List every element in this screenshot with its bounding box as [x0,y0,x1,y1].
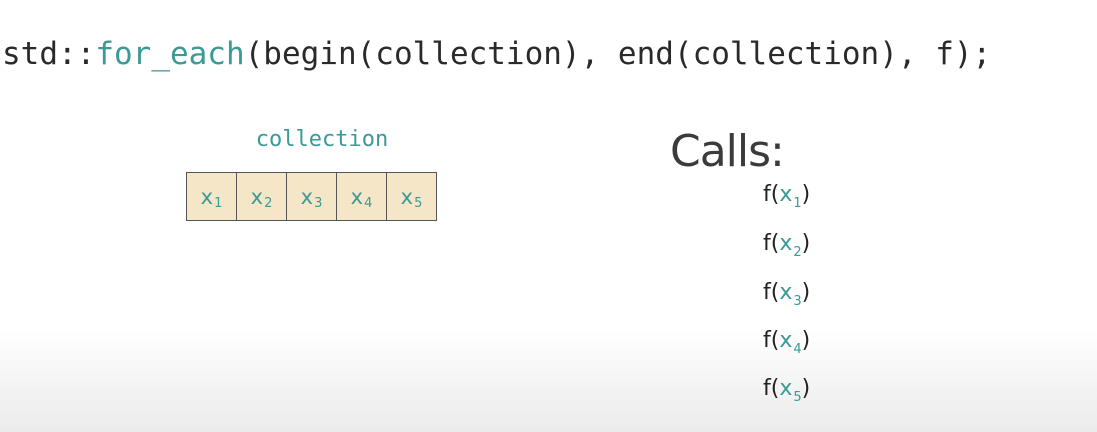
call-fn: f( [763,328,780,353]
call-fn: f( [763,182,780,207]
collection-array: x1 x2 x3 x4 x5 [186,172,437,221]
collection-cell: x4 [337,173,387,220]
call-arg: x [779,280,793,305]
call-subscript: 2 [793,245,802,260]
collection-cell: x5 [387,173,436,220]
call-close: ) [801,280,811,305]
call-fn: f( [763,280,780,305]
call-close: ) [801,376,811,401]
code-namespace: std:: [2,36,96,72]
cell-subscript: 5 [414,196,423,211]
cell-var: x [400,184,414,209]
call-subscript: 3 [793,294,802,309]
call-item: f(x3) [763,278,810,311]
call-subscript: 5 [793,390,802,405]
call-fn: f( [763,231,780,256]
call-item: f(x5) [763,374,810,407]
call-fn: f( [763,376,780,401]
call-close: ) [801,182,811,207]
call-item: f(x4) [763,326,810,359]
call-arg: x [779,376,793,401]
cell-subscript: 1 [214,196,223,211]
cell-var: x [350,184,364,209]
call-arg: x [779,231,793,256]
call-item: f(x2) [763,229,810,262]
cell-var: x [300,184,314,209]
cell-var: x [200,184,214,209]
call-subscript: 4 [793,342,802,357]
calls-title: Calls: [670,126,785,177]
collection-cell: x3 [287,173,337,220]
cell-subscript: 3 [314,196,323,211]
call-close: ) [801,231,811,256]
call-close: ) [801,328,811,353]
cell-subscript: 4 [364,196,373,211]
collection-cell: x2 [237,173,287,220]
call-subscript: 1 [793,196,802,211]
call-item: f(x1) [763,180,810,213]
code-function-name: for_each [95,36,245,72]
collection-label: collection [255,127,389,152]
call-arg: x [779,328,793,353]
cell-subscript: 2 [264,196,273,211]
code-arguments: (begin(collection), end(collection), f); [244,36,992,72]
collection-cell: x1 [187,173,237,220]
cell-var: x [250,184,264,209]
code-statement: std::for_each(begin(collection), end(col… [2,30,991,78]
call-arg: x [779,182,793,207]
